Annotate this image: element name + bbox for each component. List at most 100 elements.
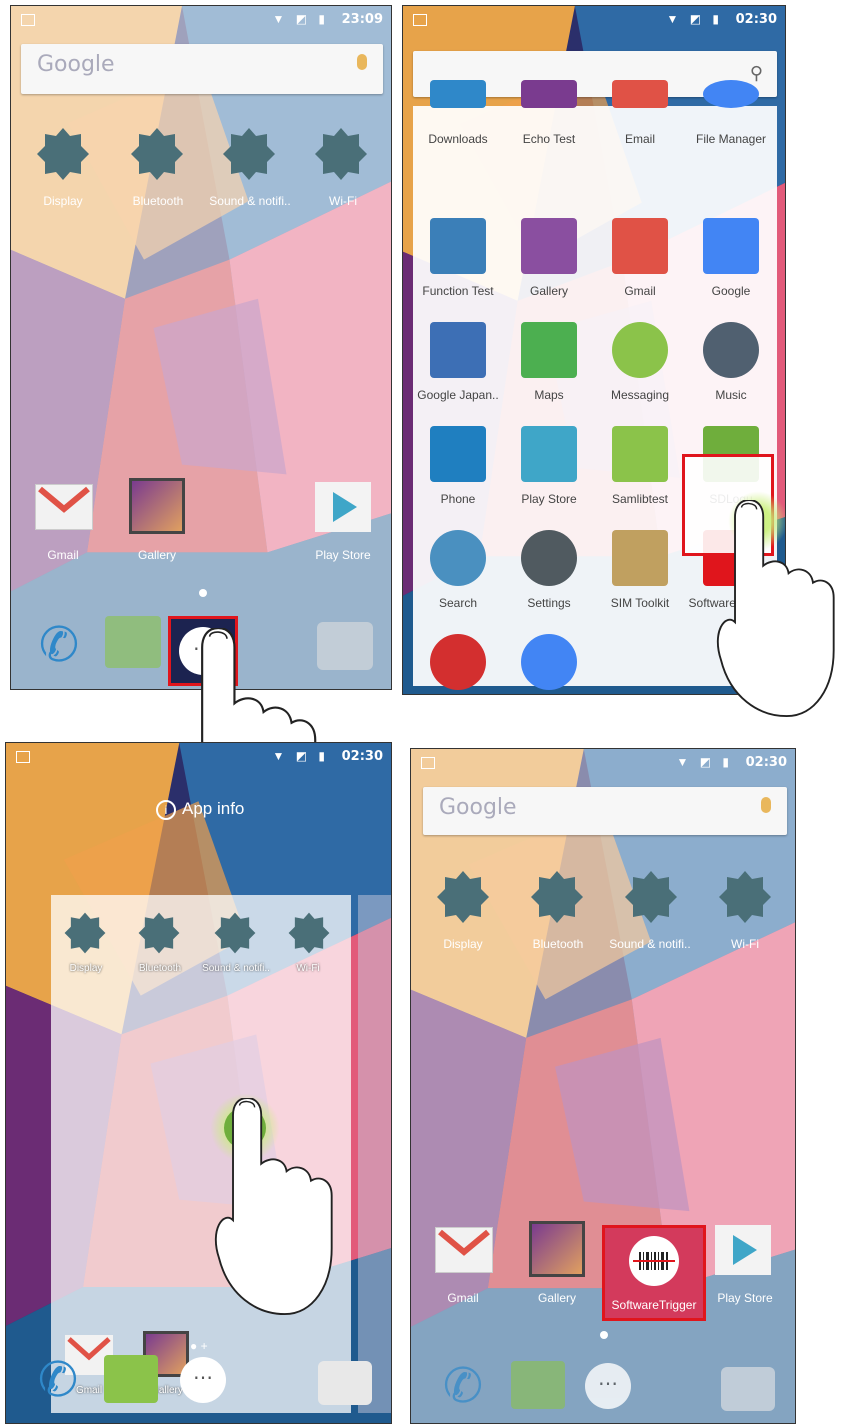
tap-hand-icon [186, 628, 317, 748]
status-bar: ▼ ◩ ▮ 02:30 [6, 743, 391, 771]
app-icon-sound-recorder[interactable] [430, 634, 486, 690]
home-label-softwaretrigger: SoftwareTrigger [611, 1298, 697, 1312]
phone-icon[interactable]: ✆ [31, 618, 87, 674]
app-icon-sim-toolkit[interactable] [612, 530, 668, 586]
app-label: Google Japan.. [417, 388, 499, 402]
app-icon-file-manager[interactable] [703, 80, 759, 108]
app-info-label: App info [182, 799, 245, 818]
mic-icon[interactable] [761, 797, 771, 813]
search-icon[interactable]: ⚲ [750, 63, 763, 84]
app-label: Phone [440, 492, 476, 506]
display-gear-icon[interactable] [63, 911, 107, 955]
screen-home-result: ▼ ◩ ▮ 02:30 Google Display Bluetooth Sou… [410, 748, 796, 1424]
phone-icon[interactable]: ✆ [435, 1359, 491, 1415]
image-notification-icon [413, 14, 427, 26]
wifi-gear-icon[interactable] [287, 911, 331, 955]
qs-label-display: Display [69, 963, 103, 974]
status-bar: ▼ ◩ ▮ 02:30 [411, 749, 795, 777]
sound-gear-icon[interactable] [221, 126, 277, 182]
page-indicator [199, 589, 207, 597]
app-icon-music[interactable] [703, 322, 759, 378]
signal-icons: ▼ ◩ ▮ [666, 12, 723, 26]
app-icon-downloads[interactable] [430, 80, 486, 108]
app-label: File Manager [695, 132, 767, 146]
qs-label-sound: Sound & notifi.. [609, 937, 691, 951]
app-icon-function-test[interactable] [430, 218, 486, 274]
play-store-icon[interactable] [315, 482, 371, 532]
qs-label-wifi: Wi-Fi [731, 937, 759, 951]
app-label: Search [438, 596, 478, 610]
bluetooth-gear-icon[interactable] [529, 869, 585, 925]
drag-hand-icon [214, 1098, 333, 1316]
gallery-icon[interactable] [129, 478, 185, 534]
app-icon-settings[interactable] [521, 530, 577, 586]
status-time: 02:30 [341, 749, 383, 764]
google-logo: Google [439, 795, 517, 820]
status-time: 02:30 [745, 755, 787, 770]
image-notification-icon [21, 14, 35, 26]
sound-gear-icon[interactable] [213, 911, 257, 955]
app-icon-gmail[interactable] [612, 218, 668, 274]
softwaretrigger-icon[interactable] [629, 1236, 679, 1286]
signal-icons: ▼ ◩ ▮ [676, 755, 733, 769]
bluetooth-gear-icon[interactable] [137, 911, 181, 955]
messaging-icon[interactable] [104, 1355, 158, 1403]
messaging-icon[interactable] [511, 1361, 565, 1409]
qs-label-display: Display [43, 194, 83, 208]
app-icon-voice-search[interactable] [521, 634, 577, 690]
gmail-icon[interactable] [35, 484, 93, 530]
info-icon: i [156, 800, 176, 820]
messaging-icon[interactable] [105, 616, 161, 668]
app-icon-play-store[interactable] [521, 426, 577, 482]
app-icon-search[interactable] [430, 530, 486, 586]
tap-hand-icon [716, 500, 835, 718]
app-icon-google-japan-[interactable] [430, 322, 486, 378]
qs-label-bluetooth: Bluetooth [532, 937, 584, 951]
camera-icon[interactable] [318, 1361, 372, 1405]
softwaretrigger-highlight: SoftwareTrigger [602, 1225, 706, 1321]
app-label: Maps [534, 388, 564, 402]
home-label-gmail: Gmail [447, 1291, 479, 1305]
google-search-bar[interactable]: Google [423, 787, 787, 835]
app-label: Gmail [624, 284, 656, 298]
app-label: Settings [527, 596, 571, 610]
qs-label-bluetooth: Bluetooth [138, 963, 182, 974]
gmail-icon[interactable] [435, 1227, 493, 1273]
phone-icon[interactable]: ✆ [30, 1353, 86, 1409]
mic-icon[interactable] [357, 54, 367, 70]
signal-icons: ▼ ◩ ▮ [272, 12, 329, 26]
qs-label-display: Display [443, 937, 483, 951]
page-indicator [600, 1331, 608, 1339]
wifi-gear-icon[interactable] [717, 869, 773, 925]
google-logo: Google [37, 52, 115, 77]
qs-label-bluetooth: Bluetooth [132, 194, 184, 208]
home-label-play-store: Play Store [717, 1291, 773, 1305]
app-icon-messaging[interactable] [612, 322, 668, 378]
app-label: Music [715, 388, 747, 402]
display-gear-icon[interactable] [435, 869, 491, 925]
display-gear-icon[interactable] [35, 126, 91, 182]
bluetooth-gear-icon[interactable] [129, 126, 185, 182]
qs-label-sound: Sound & notifi.. [209, 194, 291, 208]
wifi-gear-icon[interactable] [313, 126, 369, 182]
app-label: Samlibtest [611, 492, 669, 506]
app-icon-echo-test[interactable] [521, 80, 577, 108]
page-indicator: ● + [190, 1339, 208, 1353]
play-store-icon[interactable] [715, 1225, 771, 1275]
app-icon-maps[interactable] [521, 322, 577, 378]
app-icon-samlibtest[interactable] [612, 426, 668, 482]
gallery-icon[interactable] [529, 1221, 585, 1277]
all-apps-button[interactable]: ⋯ [585, 1363, 631, 1409]
app-icon-gallery[interactable] [521, 218, 577, 274]
google-search-bar[interactable]: Google [21, 44, 383, 94]
image-notification-icon [421, 757, 435, 769]
app-icon-google[interactable] [703, 218, 759, 274]
all-apps-button[interactable]: ⋯ [180, 1357, 226, 1403]
app-label: Function Test [422, 284, 494, 298]
sound-gear-icon[interactable] [623, 869, 679, 925]
app-icon-email[interactable] [612, 80, 668, 108]
camera-icon[interactable] [721, 1367, 775, 1411]
app-icon-phone[interactable] [430, 426, 486, 482]
app-info-target[interactable]: i App info [156, 799, 244, 820]
app-label: Messaging [610, 388, 670, 402]
